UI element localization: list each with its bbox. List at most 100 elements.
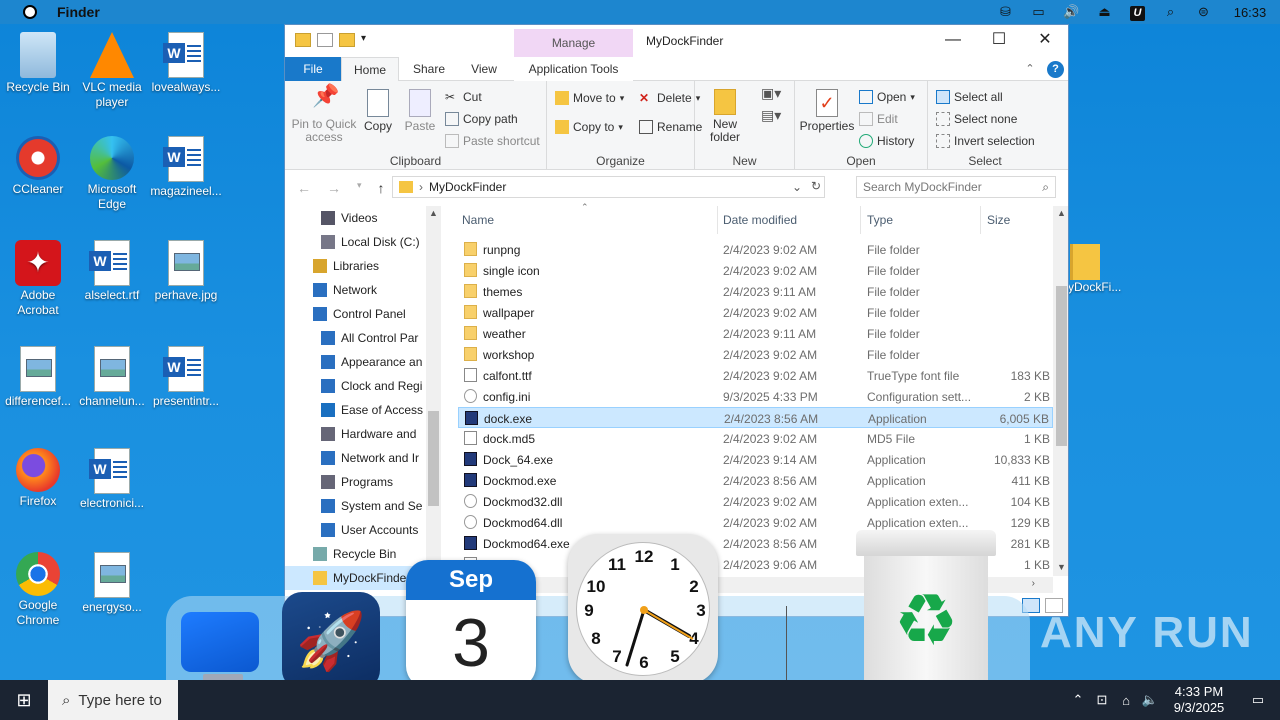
nav-item[interactable]: Network and Ir	[285, 446, 419, 470]
breadcrumb-current[interactable]: MyDockFinder	[429, 180, 506, 194]
back-arrow-icon[interactable]: ←	[297, 180, 311, 196]
desktop-icon-presentintr[interactable]: presentintr...	[148, 346, 224, 409]
close-button[interactable]: ✕	[1022, 25, 1068, 55]
dock-desktop-app[interactable]	[181, 612, 265, 694]
up-arrow-icon[interactable]: ↑	[378, 180, 385, 196]
nav-item[interactable]: System and Se	[285, 494, 422, 518]
nav-item[interactable]: Recycle Bin	[285, 542, 396, 566]
wifi-icon[interactable]: ⌂	[1114, 693, 1138, 708]
file-row[interactable]: workshop 2/4/2023 9:02 AM File folder	[458, 344, 1053, 365]
file-row[interactable]: weather 2/4/2023 9:11 AM File folder	[458, 323, 1053, 344]
volume-icon[interactable]: 🔈	[1138, 692, 1162, 708]
column-name[interactable]: Name	[462, 213, 494, 227]
address-bar[interactable]: › MyDockFinder ⌄ ↻	[392, 176, 825, 198]
file-row[interactable]: Dockmod.exe 2/4/2023 8:56 AM Application 41…	[458, 470, 1053, 491]
new-item-icon[interactable]: ▣▾	[761, 85, 781, 102]
desktop-icon-microsoft-edge[interactable]: Microsoft Edge	[74, 136, 150, 212]
collapse-ribbon-icon[interactable]: ⌃	[1022, 57, 1038, 81]
address-dropdown-icon[interactable]: ⌄	[792, 180, 802, 194]
nav-scrollbar[interactable]: ▲ ▼	[426, 206, 441, 616]
u-app-icon[interactable]: U	[1121, 4, 1154, 21]
desktop-icon-recycle-bin[interactable]: Recycle Bin	[0, 32, 76, 95]
file-row[interactable]: single icon 2/4/2023 9:02 AM File folder	[458, 260, 1053, 281]
move-to-button[interactable]: Move to ▾	[555, 91, 624, 105]
qat-dropdown-icon[interactable]: ▾	[361, 33, 366, 47]
search-box[interactable]: Search MyDockFinder ⌕	[856, 176, 1056, 198]
tab-share[interactable]: Share	[404, 57, 454, 81]
pin-quick-access-button[interactable]: 📌 Pin to Quick access	[289, 85, 359, 144]
taskbar-search[interactable]: ⌕ Type here to	[48, 680, 178, 720]
tab-view[interactable]: View	[459, 57, 509, 81]
file-row[interactable]: dock.md5 2/4/2023 9:02 AM MD5 File 1 KB	[458, 428, 1053, 449]
desktop-icon-vlc[interactable]: VLC media player	[74, 32, 150, 110]
desktop-icon-alselect[interactable]: alselect.rtf	[74, 240, 150, 303]
file-row[interactable]: Dock_64.exe 2/4/2023 9:14 AM Application 10…	[458, 449, 1053, 470]
refresh-icon[interactable]: ↻	[811, 179, 821, 193]
nav-item[interactable]: Network	[285, 278, 377, 302]
scroll-up-icon[interactable]: ▲	[429, 208, 438, 218]
recent-dropdown-icon[interactable]: ▾	[357, 180, 362, 196]
tab-file[interactable]: File	[285, 57, 341, 81]
desktop-icon-lovealways[interactable]: lovealways...	[148, 32, 224, 95]
maximize-button[interactable]: ☐	[976, 25, 1022, 55]
active-app-name[interactable]: Finder	[57, 4, 100, 20]
desktop-icon-ccleaner[interactable]: CCleaner	[0, 136, 76, 197]
copy-button[interactable]: Copy	[361, 89, 395, 133]
new-folder-icon[interactable]	[339, 33, 355, 47]
help-icon[interactable]: ?	[1047, 61, 1064, 78]
rename-button[interactable]: Rename	[639, 120, 702, 134]
nav-item[interactable]: Local Disk (C:)	[285, 230, 420, 254]
desktop-icon-perhave[interactable]: perhave.jpg	[148, 240, 224, 303]
column-type[interactable]: Type	[867, 213, 893, 227]
desktop-icon-energyso[interactable]: energyso...	[74, 552, 150, 615]
open-button[interactable]: Open ▾	[859, 90, 915, 104]
nav-item[interactable]: Videos	[285, 206, 377, 230]
desktop-icon-mydockfinder[interactable]: yDockFi...	[1068, 244, 1128, 304]
edit-button[interactable]: Edit	[859, 112, 898, 126]
select-all-button[interactable]: Select all	[936, 90, 1003, 104]
nav-item[interactable]: Appearance an	[285, 350, 422, 374]
desktop-icon-channelun[interactable]: channelun...	[74, 346, 150, 409]
dock-launchpad-app[interactable]: 🚀	[282, 592, 380, 690]
notifications-icon[interactable]: ▭	[1236, 692, 1280, 708]
delete-button[interactable]: ✕ Delete ▾	[639, 91, 700, 105]
cut-button[interactable]: ✂ Cut	[445, 90, 482, 104]
dock-calendar-app[interactable]: Sep 3	[406, 560, 536, 688]
file-row[interactable]: calfont.ttf 2/4/2023 9:02 AM TrueType font…	[458, 365, 1053, 386]
file-list-scrollbar[interactable]: ▲ ▼	[1053, 206, 1068, 576]
minimize-button[interactable]: —	[930, 25, 976, 55]
invert-selection-button[interactable]: Invert selection	[936, 134, 1035, 148]
desktop-icon-firefox[interactable]: Firefox	[0, 448, 76, 509]
taskbar-clock[interactable]: 4:33 PM 9/3/2025	[1162, 684, 1236, 716]
scroll-right-icon[interactable]: ›	[1032, 578, 1035, 589]
nav-item[interactable]: Clock and Regi	[285, 374, 422, 398]
file-row[interactable]: Dockmod32.dll 2/4/2023 9:02 AM Application…	[458, 491, 1053, 512]
desktop-icon-google-chrome[interactable]: Google Chrome	[0, 552, 76, 628]
nav-item[interactable]: Hardware and	[285, 422, 416, 446]
file-row[interactable]: runpng 2/4/2023 9:02 AM File folder	[458, 239, 1053, 260]
menu-circle-icon[interactable]	[23, 5, 37, 19]
desktop-icon-differencef[interactable]: differencef...	[0, 346, 76, 409]
nav-item[interactable]: Ease of Access	[285, 398, 423, 422]
scroll-up-icon[interactable]: ▲	[1057, 208, 1066, 218]
monitor-icon[interactable]: ▭	[1022, 4, 1055, 20]
desktop-icon-adobe-acrobat[interactable]: ✦ Adobe Acrobat	[0, 240, 76, 318]
nav-scroll-thumb[interactable]	[428, 411, 439, 506]
desktop-icon-electronici[interactable]: electronici...	[74, 448, 150, 511]
column-separator[interactable]	[980, 206, 981, 234]
copy-path-button[interactable]: Copy path	[445, 112, 518, 126]
easy-access-icon[interactable]: ▤▾	[761, 107, 781, 124]
copy-to-button[interactable]: Copy to ▾	[555, 120, 623, 134]
search-icon[interactable]: ⌕	[1154, 4, 1187, 20]
nav-item[interactable]: MyDockFinder	[285, 566, 425, 590]
paste-button[interactable]: Paste	[403, 89, 437, 133]
properties-button[interactable]: ✓ Properties	[799, 89, 855, 133]
nav-item[interactable]: Libraries	[285, 254, 379, 278]
scroll-down-icon[interactable]: ▼	[1057, 562, 1066, 572]
nav-item[interactable]: Control Panel	[285, 302, 406, 326]
column-date-modified[interactable]: Date modified	[723, 213, 797, 227]
nav-item[interactable]: User Accounts	[285, 518, 418, 542]
file-row[interactable]: config.ini 9/3/2025 4:33 PM Configuration …	[458, 386, 1053, 407]
dock-trash-app[interactable]: ♻	[856, 530, 996, 688]
select-none-button[interactable]: Select none	[936, 112, 1017, 126]
